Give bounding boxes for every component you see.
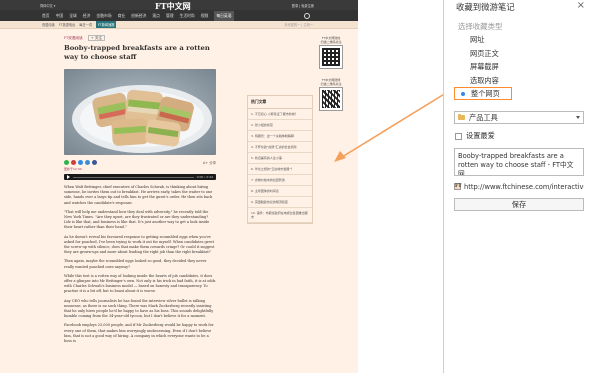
ft-favicon-icon: FT <box>454 183 462 190</box>
hot-article-link[interactable]: 10. 事件：布斯加政府在电视台集团推出都市 <box>248 208 312 223</box>
article: FT双语阅读 + 关注 Booby-trapped breakfasts are… <box>64 35 216 348</box>
folder-select[interactable]: 产品工具 <box>454 111 584 124</box>
nav-item-active[interactable]: 每日英语 <box>214 10 234 21</box>
audio-time: 0:00 / 2:44 <box>196 175 213 179</box>
email-share-icon[interactable] <box>85 159 90 165</box>
nav-item[interactable]: 全球 <box>69 13 77 19</box>
save-button[interactable]: 保存 <box>454 198 584 211</box>
article-paragraph: Any CEO who tells journalists he has fou… <box>64 298 214 319</box>
search-icon[interactable] <box>304 12 310 19</box>
nav-item[interactable]: 生活时尚 <box>180 13 195 19</box>
hot-article-link[interactable]: 9. 英国脱欧协议的暗流和变 <box>248 197 312 208</box>
clip-type-article[interactable]: 网页正文 <box>454 47 584 61</box>
subnav-item[interactable]: 每日一词 <box>79 22 92 27</box>
option-label: 选取内容 <box>470 75 499 85</box>
option-label: 屏幕截屏 <box>470 62 499 71</box>
column-name[interactable]: FT双语阅读 <box>64 36 83 40</box>
subnav-right-text: 未完成的一 | 立刻一 <box>284 23 313 27</box>
option-label: 网址 <box>470 35 485 44</box>
nav-item[interactable]: 创新经济 <box>131 13 146 19</box>
hot-article-link[interactable]: 2. 张小姐的暴富 <box>248 120 312 131</box>
clip-type-label: 选择收藏类型 <box>458 22 503 31</box>
hot-article-link[interactable]: 1. 不忘初心·小菲鉴证了都市新城？ <box>248 109 312 120</box>
article-byline: 更新于12:00 <box>64 167 82 171</box>
bookmark-panel: 收藏到微游笔记 × 选择收藏类型 网址 网页正文 屏幕截屏 选取内容 整个网页 … <box>443 0 591 373</box>
font-size-share[interactable]: A+ 分享 <box>203 160 216 165</box>
hot-article-link[interactable]: 5. 新旧兼有的人生小事 <box>248 153 312 164</box>
weibo-share-icon[interactable] <box>71 159 76 165</box>
article-paragraph: "That will help me understand how they d… <box>64 209 210 230</box>
hot-article-link[interactable]: 6. 华北之旅的"云边城市发展"？ <box>248 164 312 175</box>
hot-article-link[interactable]: 8. 主导团体的时间表 <box>248 186 312 197</box>
option-label: 网页正文 <box>470 48 499 58</box>
login-link[interactable]: 登录 | 免费注册 <box>292 3 314 8</box>
chevron-down-icon <box>576 116 580 119</box>
hot-article-link[interactable]: 7. 食物价格中的拉回刺激 <box>248 175 312 186</box>
annotation-arrow <box>334 92 447 162</box>
audio-progress[interactable] <box>73 176 194 178</box>
nav-item[interactable]: 观点 <box>152 13 160 19</box>
sandwich-photo <box>64 69 216 155</box>
ft-webpage: 简体中文 ▾ FT中文网 登录 | 免费注册 首页 中国 全球 经济 金融市场 … <box>0 0 358 373</box>
subnav-item-active[interactable]: FT新闻速报 <box>95 21 117 28</box>
hot-articles-title: 热门文章 <box>248 96 312 109</box>
share-row: A+ 分享 <box>64 158 216 166</box>
subnav-item[interactable]: FT英语电台 <box>59 22 75 27</box>
wechat-share-icon[interactable] <box>64 159 69 165</box>
page-url: http://www.ftchinese.com/interactive/7..… <box>464 182 584 191</box>
nav-item[interactable]: 管理 <box>166 13 174 19</box>
subnav-item[interactable]: 双语阅读 <box>42 22 55 27</box>
play-icon[interactable] <box>67 175 70 179</box>
qq-share-icon[interactable] <box>78 159 83 165</box>
article-paragraph: While this test is a rotten way of looki… <box>64 273 216 294</box>
clip-type-full-page[interactable]: 整个网页 <box>454 87 512 100</box>
radio-selected-icon <box>461 91 465 96</box>
nav-item[interactable]: 首页 <box>42 13 50 19</box>
ft-sub-nav: 双语阅读 FT英语电台 每日一词 FT新闻速报 未完成的一 | 立刻一 <box>0 21 358 29</box>
nav-item[interactable]: 商业 <box>118 13 126 19</box>
article-paragraph: Then again, maybe the scrambled eggs loo… <box>64 259 207 269</box>
url-row: FT http://www.ftchinese.com/interactive/… <box>454 181 584 192</box>
nav-item[interactable]: 视频 <box>201 13 209 19</box>
nav-item[interactable]: 中国 <box>56 13 64 19</box>
qr-caption: FT中文网微信 扫描二维码关注 <box>320 36 342 44</box>
audio-player: 0:00 / 2:44 <box>64 174 216 180</box>
panel-title: 收藏到微游笔记 <box>456 2 515 12</box>
article-paragraph: As he doesn't reveal his favoured respon… <box>64 234 215 255</box>
facebook-share-icon[interactable] <box>92 159 97 165</box>
checkbox-icon[interactable] <box>455 132 462 140</box>
nav-item[interactable]: 金融市场 <box>96 13 111 19</box>
wechat-qr-code <box>319 45 343 69</box>
follow-button[interactable]: + 关注 <box>87 35 106 41</box>
language-switch[interactable]: 简体中文 ▾ <box>40 3 55 8</box>
favorite-label: 设置最爱 <box>466 131 495 140</box>
clip-type-options: 网址 网页正文 屏幕截屏 选取内容 整个网页 <box>454 33 584 100</box>
ft-top-bar: 简体中文 ▾ FT中文网 登录 | 免费注册 <box>0 0 358 12</box>
article-photo <box>64 69 216 155</box>
close-icon[interactable]: × <box>577 0 585 12</box>
ft-logo[interactable]: FT中文网 <box>155 1 191 12</box>
article-paragraph: Facebook employs 25,000 people, and if M… <box>64 323 214 344</box>
article-paragraph: When Walt Bettinger, chief executive of … <box>64 185 213 205</box>
folder-icon <box>458 113 465 120</box>
nav-item[interactable]: 经济 <box>83 13 91 19</box>
hot-article-link[interactable]: 4. 不怀化政"丝绸"汇资的社会捐款 <box>248 142 312 153</box>
article-tagline: FT双语阅读 + 关注 <box>64 35 216 41</box>
note-title-field[interactable]: Booby-trapped breakfasts are a rotten wa… <box>454 148 584 176</box>
hot-article-link[interactable]: 3. 特朗普：这一个关税体制解释 <box>248 131 312 142</box>
clip-type-screenshot[interactable]: 屏幕截屏 <box>454 60 584 74</box>
favorite-checkbox[interactable]: 设置最爱 <box>455 131 495 141</box>
folder-value: 产品工具 <box>469 112 498 122</box>
article-headline: Booby-trapped breakfasts are a rotten wa… <box>64 44 210 61</box>
hot-articles-box: 热门文章 1. 不忘初心·小菲鉴证了都市新城？ 2. 张小姐的暴富 3. 特朗普… <box>247 95 313 224</box>
clip-type-selection[interactable]: 选取内容 <box>454 74 584 88</box>
clip-type-url[interactable]: 网址 <box>454 33 584 47</box>
option-label: 整个网页 <box>471 89 500 98</box>
